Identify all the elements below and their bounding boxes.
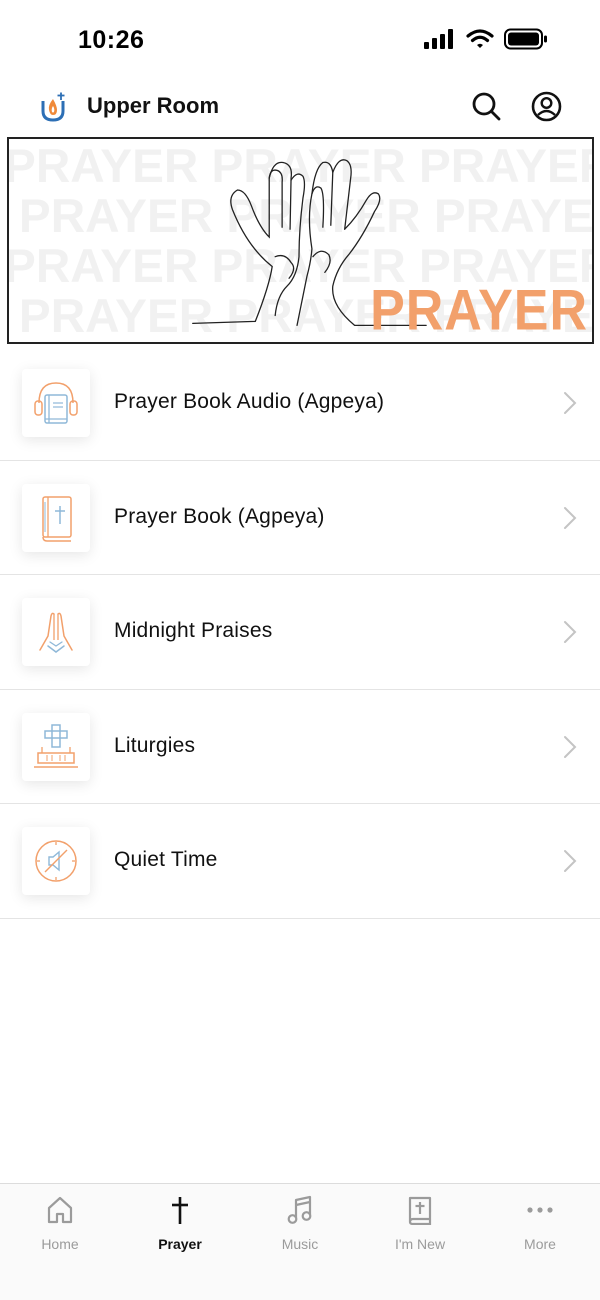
menu-item-prayer-book-audio[interactable]: Prayer Book Audio (Agpeya) [0,346,600,461]
cross-icon [165,1194,195,1226]
search-button[interactable] [470,90,502,122]
chevron-right-icon [564,506,577,529]
menu-item-liturgies[interactable]: Liturgies [0,689,600,804]
tab-label: Music [281,1236,319,1252]
tab-label: Prayer [158,1236,202,1252]
battery-icon [504,28,547,50]
altar-cross-icon [34,723,78,768]
signal-icon [424,29,453,49]
chevron-right-icon [564,392,577,414]
menu-item-midnight-praises[interactable]: Midnight Praises [0,575,600,690]
tab-im-new[interactable]: I'm New [360,1184,480,1264]
menu-item-label: Prayer Book (Agpeya) [114,504,325,528]
audio-book-icon [34,382,78,424]
menu-thumb [22,598,90,666]
menu-item-prayer-book[interactable]: Prayer Book (Agpeya) [0,460,600,575]
tab-label: Home [41,1236,79,1252]
tab-more[interactable]: More [480,1184,600,1264]
tab-music[interactable]: Music [240,1184,360,1264]
menu-item-label: Prayer Book Audio (Agpeya) [114,390,385,413]
status-time: 10:26 [78,26,145,54]
account-icon [531,91,561,121]
prayer-book-icon [42,495,72,542]
tab-prayer[interactable]: Prayer [120,1184,240,1264]
menu-thumb [22,369,90,437]
tab-label: I'm New [394,1236,446,1252]
menu-item-label: Liturgies [114,733,196,757]
menu-item-label: Quiet Time [114,848,218,871]
menu-item-quiet-time[interactable]: Quiet Time [0,804,600,919]
menu-thumb [22,712,90,781]
app-header: Upper Room [0,80,600,134]
status-bar: 10:26 [0,0,600,80]
profile-button[interactable] [530,90,562,122]
tab-home[interactable]: Home [0,1184,120,1264]
app-title: Upper Room [87,93,219,118]
menu-thumb [22,483,90,552]
chevron-right-icon [564,850,577,872]
quiet-clock-icon [35,840,77,882]
more-dots-icon [525,1194,555,1226]
menu-item-label: Midnight Praises [114,619,273,642]
wifi-icon [466,29,494,48]
bible-icon [405,1194,435,1226]
chevron-right-icon [564,621,577,643]
chevron-right-icon [564,735,577,758]
status-icons [424,28,548,50]
music-note-icon [285,1194,315,1226]
upper-room-logo-icon [41,92,65,122]
tab-bar: Home Prayer Music I'm New More [0,1183,600,1300]
svg-text:PRAYER PRAYER PRAYER PRAYER: PRAYER PRAYER PRAYER PRAYER [9,140,592,193]
banner-word: PRAYER [370,279,588,343]
tab-label: More [524,1236,556,1252]
prayer-banner[interactable]: PRAYER PRAYER PRAYER PRAYER ER PRAYER PR… [7,137,594,344]
app-screen: 10:26 Upper Room PRAYER PRAYER PRAYE PRA… [0,0,600,1300]
prayer-menu-list: Prayer Book Audio (Agpeya) Prayer Book (… [0,346,600,919]
search-icon [472,92,501,121]
home-icon [45,1194,75,1226]
praying-hands-icon [39,612,73,653]
menu-thumb [22,827,90,895]
